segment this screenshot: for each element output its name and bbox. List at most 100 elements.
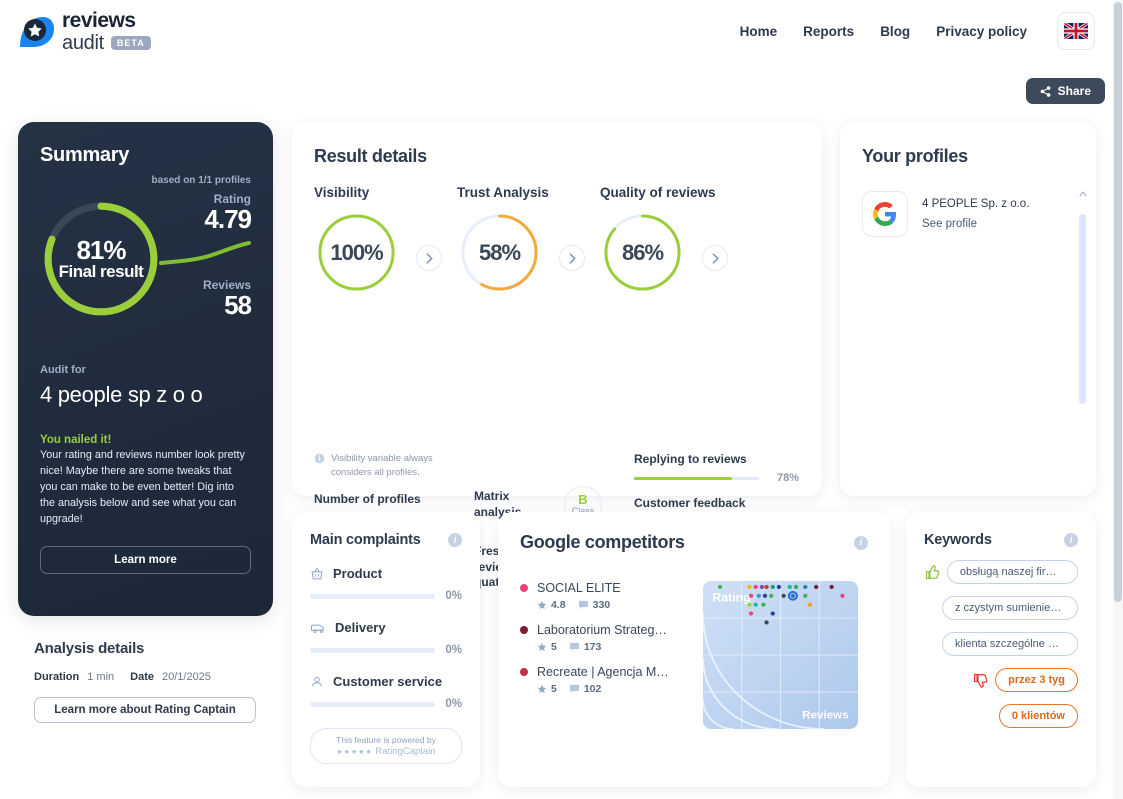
- competitor-list-item[interactable]: Recreate | Agencja M… 5 102: [520, 665, 700, 695]
- see-profile-link[interactable]: See profile: [922, 218, 1029, 230]
- your-profiles-card: Your profiles 4 PEOPLE Sp. z o.o. See pr…: [840, 122, 1096, 496]
- profiles-scrollbar-thumb[interactable]: [1079, 214, 1086, 404]
- profile-list-item[interactable]: 4 PEOPLE Sp. z o.o. See profile: [862, 191, 1074, 237]
- profile-name: 4 PEOPLE Sp. z o.o.: [922, 198, 1030, 210]
- complaint-value: 0%: [445, 590, 462, 602]
- scatter-point: [790, 593, 796, 598]
- nav-item-blog[interactable]: Blog: [880, 24, 910, 39]
- rating-sparkline: [159, 241, 251, 266]
- complaint-label: Product: [333, 566, 383, 581]
- scatter-point: [781, 593, 786, 598]
- summary-title: Summary: [40, 144, 130, 166]
- ring-title-visibility: Visibility: [314, 185, 370, 200]
- profiles-scrollbar[interactable]: [1079, 184, 1087, 414]
- app-root: reviews audit BETA Home Reports Blog Pri…: [0, 0, 1123, 799]
- scatter-point: [748, 593, 754, 598]
- complaint-label: Customer service: [333, 674, 443, 689]
- scatter-point: [807, 602, 813, 607]
- visibility-note-text: Visibility variable always considers all…: [331, 453, 433, 478]
- person-icon: [311, 676, 323, 686]
- comment-icon: [578, 600, 588, 610]
- scatter-y-axis-label: Rating: [712, 591, 751, 605]
- scatter-point: [803, 584, 808, 589]
- comment-icon: [569, 642, 579, 652]
- info-icon[interactable]: i: [854, 535, 868, 550]
- metric-label: Customer feedback: [634, 496, 746, 510]
- thumbs-down-icon: [974, 673, 988, 688]
- scatter-point: [769, 593, 774, 598]
- share-icon: [1040, 85, 1051, 97]
- keyword-tag-positive[interactable]: klienta szczególne po…: [942, 632, 1078, 656]
- scatter-point: [793, 584, 799, 589]
- competitor-list-item[interactable]: Laboratorium Strateg… 5 173: [520, 623, 700, 653]
- competitor-rating-value: 4.8: [551, 599, 566, 611]
- competitor-list-item[interactable]: SOCIAL ELITE 4.8 330: [520, 581, 700, 611]
- duration-label: Duration: [34, 671, 80, 683]
- analysis-details-title: Analysis details: [34, 640, 145, 657]
- competitor-reviews: 102: [569, 683, 601, 695]
- complaint-delivery: Delivery 0%: [310, 620, 462, 656]
- scatter-point: [747, 584, 752, 589]
- stars: ★★★★★: [336, 749, 373, 756]
- profile-info: 4 PEOPLE Sp. z o.o. See profile: [922, 198, 1029, 230]
- competitor-reviews: 330: [578, 599, 610, 611]
- rating-captain-cta-button[interactable]: Learn more about Rating Captain: [34, 697, 256, 723]
- competitor-rating: 4.8: [537, 599, 566, 611]
- competitor-scatter-chart[interactable]: Rating Reviews: [703, 581, 858, 729]
- matrix-class-letter: B: [578, 492, 588, 508]
- logo[interactable]: reviews audit BETA: [16, 10, 151, 53]
- share-label: Share: [1057, 84, 1091, 98]
- nav-item-home[interactable]: Home: [740, 24, 778, 39]
- summary-metrics: 81% Final result Rating 4.79 Reviews 58: [40, 192, 252, 362]
- complaint-value: 0%: [445, 698, 462, 710]
- reviews-value: 58: [224, 290, 252, 321]
- metric-label: Number of profiles: [314, 491, 421, 506]
- ring-title-quality-of-reviews: Quality of reviews: [600, 185, 716, 200]
- scatter-point: [761, 602, 766, 607]
- chevron-right-icon-quality-of-reviews[interactable]: [702, 245, 728, 271]
- learn-more-button[interactable]: Learn more: [40, 545, 251, 574]
- scatter-point: [747, 602, 752, 607]
- complaint-bar: [310, 701, 436, 707]
- keyword-tag-negative[interactable]: przez 3 tyg: [995, 668, 1078, 692]
- competitor-rating-value: 5: [551, 641, 557, 653]
- page-scrollbar-thumb[interactable]: [1114, 2, 1122, 602]
- chevron-right-icon-visibility[interactable]: [416, 245, 442, 271]
- logo-line-2: audit: [62, 32, 104, 54]
- competitor-rating-value: 5: [551, 683, 557, 695]
- info-icon[interactable]: i: [1064, 533, 1078, 547]
- ring-value-visibility: 100%: [330, 239, 383, 265]
- powered-by-badge[interactable]: This feature is powered by ★★★★★ RatingC…: [310, 728, 462, 764]
- complaint-bar: [310, 593, 436, 599]
- scatter-x-axis-label: Reviews: [802, 710, 849, 722]
- ring-title-trust-analysis: Trust Analysis: [457, 185, 549, 200]
- scatter-point: [787, 584, 792, 589]
- basket-icon: [311, 567, 323, 579]
- result-details-title: Result details: [314, 146, 427, 166]
- competitor-name: SOCIAL ELITE: [537, 581, 621, 595]
- page-scrollbar[interactable]: [1113, 0, 1123, 799]
- date-label: Date: [130, 671, 154, 683]
- competitor-color-dot: [520, 668, 528, 676]
- main-complaints-title: Main complaints: [310, 532, 421, 548]
- star-icon: [537, 600, 547, 610]
- share-button[interactable]: Share: [1025, 78, 1105, 104]
- nav-item-reports[interactable]: Reports: [803, 24, 854, 39]
- language-switcher-button[interactable]: [1057, 12, 1095, 50]
- logo-text: reviews audit BETA: [62, 10, 151, 53]
- keyword-tag-negative[interactable]: 0 klientów: [998, 704, 1078, 728]
- nav-item-privacy-policy[interactable]: Privacy policy: [936, 24, 1027, 39]
- complaint-value: 0%: [445, 644, 462, 656]
- keyword-tag-positive[interactable]: obsługą naszej firm…: [946, 560, 1078, 584]
- logo-line-1: reviews: [62, 9, 136, 32]
- keyword-tag-positive[interactable]: z czystym sumieniem …: [942, 596, 1078, 620]
- thumbs-up-icon: [925, 564, 940, 579]
- complaint-product: Product 0%: [310, 566, 462, 602]
- complaint-customer-service: Customer service 0%: [310, 674, 462, 710]
- metric-label: Replying to reviews: [634, 452, 747, 466]
- final-result-caption: Final result: [58, 261, 144, 281]
- ring-group-quality-of-reviews: Quality of reviews 86%: [600, 185, 743, 295]
- chevron-right-icon-trust-analysis[interactable]: [559, 245, 585, 271]
- info-icon[interactable]: i: [448, 533, 462, 547]
- competitor-rating: 5: [537, 641, 557, 653]
